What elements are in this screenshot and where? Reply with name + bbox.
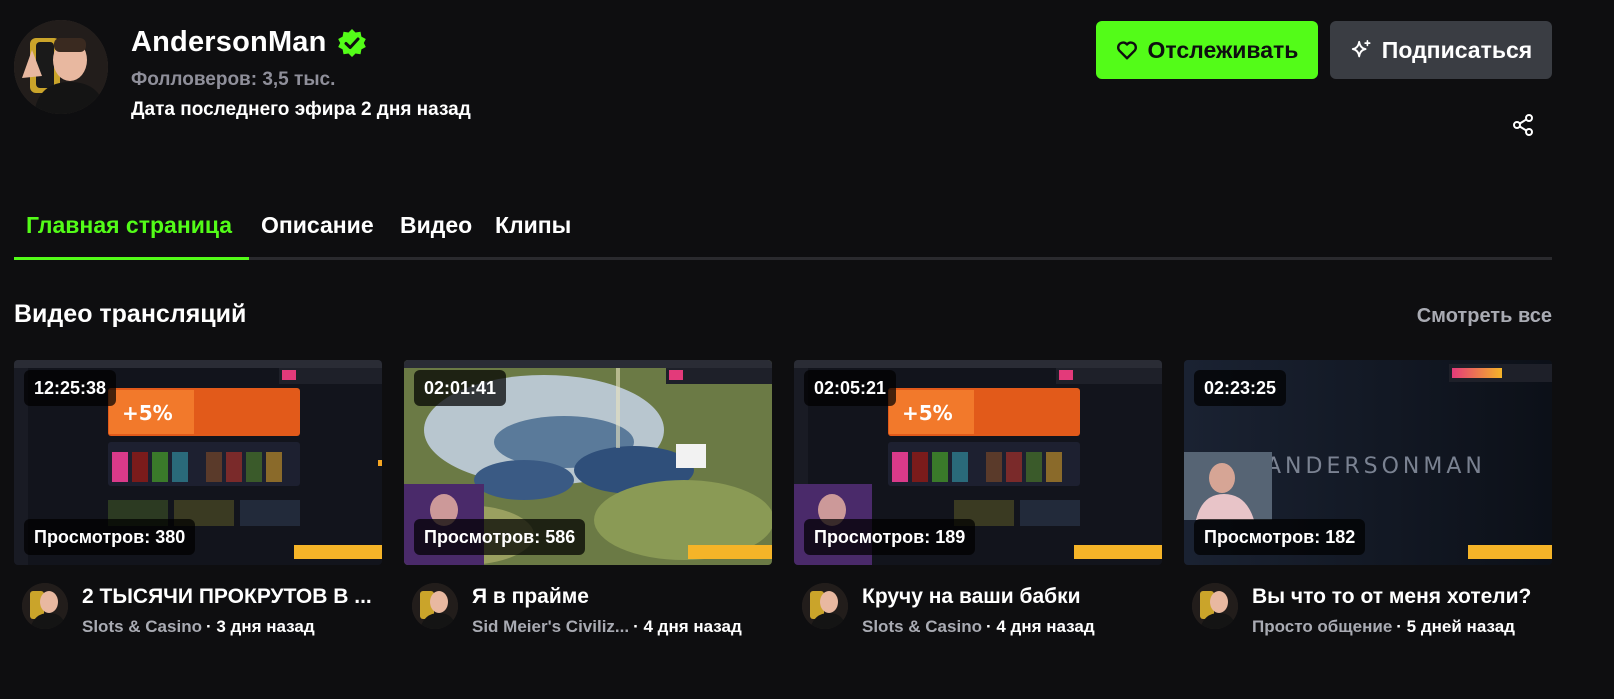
video-date: · 4 дня назад xyxy=(985,617,1095,636)
streamer-avatar[interactable] xyxy=(802,583,848,629)
video-date: · 3 дня назад xyxy=(205,617,315,636)
video-thumbnail[interactable]: ANDERSONMAN 02:23:25 Просмотров: 182 xyxy=(1184,360,1552,565)
video-meta: Я в прайме Sid Meier's Civiliz... · 4 дн… xyxy=(404,577,772,647)
channel-tabs: Главная страница Описание Видео Клипы xyxy=(14,200,1552,260)
video-title[interactable]: Кручу на ваши бабки xyxy=(862,585,1157,609)
sparkle-icon xyxy=(1350,39,1372,61)
follow-button-label: Отслеживать xyxy=(1147,36,1299,63)
heart-icon xyxy=(1116,39,1138,61)
video-duration: 02:05:21 xyxy=(804,370,897,406)
video-category-link[interactable]: Просто общение xyxy=(1252,617,1392,637)
streamer-avatar[interactable] xyxy=(1192,583,1238,629)
subscribe-button-label: Подписаться xyxy=(1381,36,1533,63)
see-all-link[interactable]: Смотреть все xyxy=(1417,305,1552,328)
video-thumbnail[interactable]: +5% 12:25:38 Просмотров: 380 xyxy=(14,360,382,565)
tab-videos[interactable]: Видео xyxy=(400,212,472,239)
channel-avatar[interactable] xyxy=(14,20,108,114)
video-views: Просмотров: 182 xyxy=(1194,519,1366,555)
share-icon[interactable] xyxy=(1512,114,1534,136)
video-duration: 02:01:41 xyxy=(414,370,507,406)
svg-text:ANDERSONMAN: ANDERSONMAN xyxy=(1266,454,1486,479)
video-card[interactable]: +5% 02:05:21 Просмотров: 189 Кручу на ва… xyxy=(794,360,1162,647)
tab-home[interactable]: Главная страница xyxy=(26,212,232,239)
video-date: · 5 дней назад xyxy=(1396,617,1515,636)
video-date: · 4 дня назад xyxy=(633,617,742,636)
active-tab-indicator xyxy=(14,257,249,260)
video-meta: Вы что то от меня хотели? Просто общение… xyxy=(1184,577,1552,647)
follow-button[interactable]: Отслеживать xyxy=(1096,21,1318,79)
svg-text:+5%: +5% xyxy=(122,401,173,425)
video-subtitle: Просто общение · 5 дней назад xyxy=(1252,617,1515,637)
video-card[interactable]: ANDERSONMAN 02:23:25 Просмотров: 182 Вы … xyxy=(1184,360,1552,647)
followers-count: Фолловеров: 3,5 тыс. xyxy=(131,69,336,90)
subscribe-button[interactable]: Подписаться xyxy=(1330,21,1552,79)
verified-badge-icon xyxy=(337,28,367,58)
video-thumbnail[interactable]: 02:01:41 Просмотров: 586 xyxy=(404,360,772,565)
video-card[interactable]: 02:01:41 Просмотров: 586 Я в прайме Sid … xyxy=(404,360,772,647)
video-category-link[interactable]: Sid Meier's Civiliz... xyxy=(472,617,629,637)
video-views: Просмотров: 586 xyxy=(414,519,586,555)
tab-description[interactable]: Описание xyxy=(261,212,374,239)
last-stream-info: Дата последнего эфира 2 дня назад xyxy=(131,99,471,120)
video-title[interactable]: Я в прайме xyxy=(472,585,767,609)
video-views: Просмотров: 189 xyxy=(804,519,976,555)
video-duration: 02:23:25 xyxy=(1194,370,1287,406)
video-card[interactable]: +5% 12:25:38 Просмотров: 380 2 ТЫСЯЧИ ПР… xyxy=(14,360,382,647)
video-subtitle: Slots & Casino · 3 дня назад xyxy=(82,617,315,637)
svg-text:+5%: +5% xyxy=(902,401,953,425)
video-meta: 2 ТЫСЯЧИ ПРОКРУТОВ В ... Slots & Casino … xyxy=(14,577,382,647)
tab-clips[interactable]: Клипы xyxy=(495,212,571,239)
channel-header: AndersonMan Фолловеров: 3,5 тыс. Дата по… xyxy=(14,18,1600,138)
video-subtitle: Slots & Casino · 4 дня назад xyxy=(862,617,1095,637)
streamer-avatar[interactable] xyxy=(22,583,68,629)
video-duration: 12:25:38 xyxy=(24,370,117,406)
video-title[interactable]: 2 ТЫСЯЧИ ПРОКРУТОВ В ... xyxy=(82,585,377,609)
video-subtitle: Sid Meier's Civiliz... · 4 дня назад xyxy=(472,617,742,637)
channel-name: AndersonMan xyxy=(131,26,367,59)
video-views: Просмотров: 380 xyxy=(24,519,196,555)
streamer-avatar[interactable] xyxy=(412,583,458,629)
section-title: Видео трансляций xyxy=(14,300,247,328)
video-title[interactable]: Вы что то от меня хотели? xyxy=(1252,585,1547,609)
channel-name-text: AndersonMan xyxy=(131,26,327,58)
video-category-link[interactable]: Slots & Casino xyxy=(862,617,982,637)
video-meta: Кручу на ваши бабки Slots & Casino · 4 д… xyxy=(794,577,1162,647)
video-category-link[interactable]: Slots & Casino xyxy=(82,617,202,637)
video-thumbnail[interactable]: +5% 02:05:21 Просмотров: 189 xyxy=(794,360,1162,565)
